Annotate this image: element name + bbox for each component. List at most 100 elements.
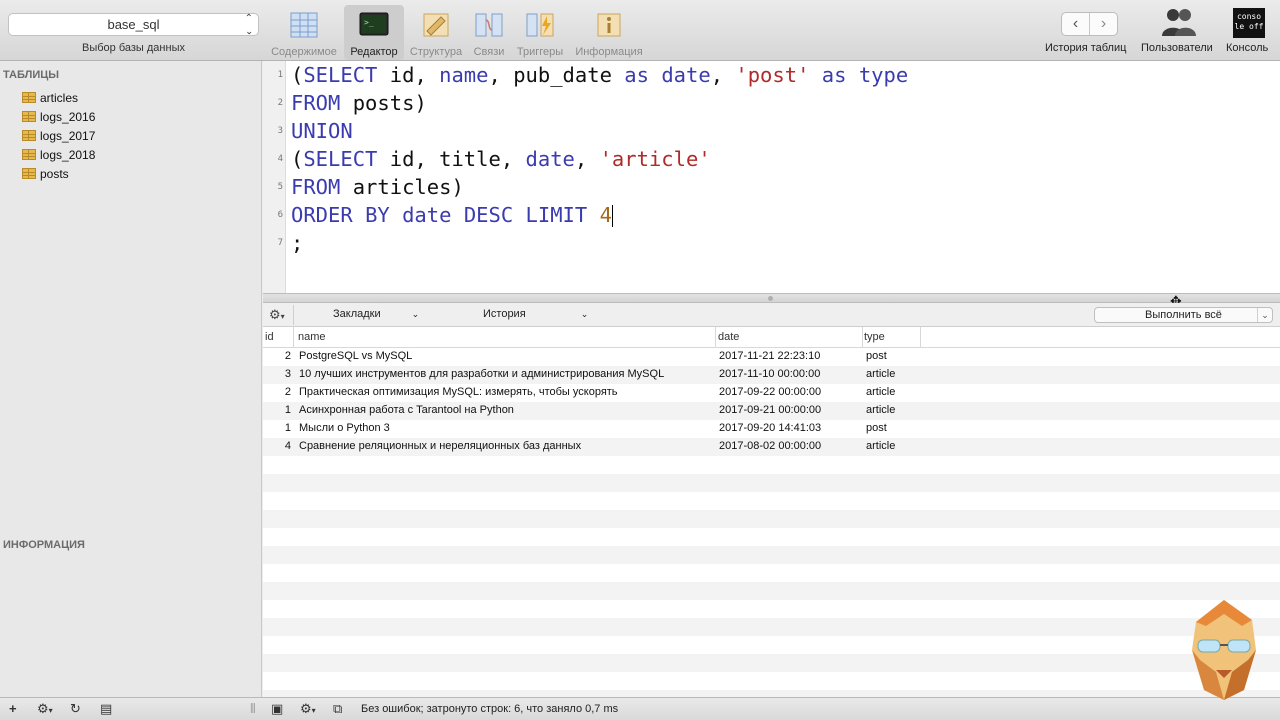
cell-type[interactable]: article bbox=[866, 368, 895, 380]
table-row[interactable]: 4 Сравнение реляционных и нереляционных б… bbox=[263, 438, 1280, 456]
table-content-icon bbox=[290, 12, 318, 38]
structure-button-label: Структура bbox=[409, 46, 463, 58]
splitter-handle[interactable] bbox=[768, 296, 773, 301]
info-icon bbox=[597, 13, 621, 37]
column-header-name[interactable]: name bbox=[298, 331, 326, 343]
run-all-button[interactable]: Выполнить всё ⌄ bbox=[1094, 307, 1273, 323]
table-row[interactable]: 1 Асинхронная работа с Tarantool на Pytho… bbox=[263, 402, 1280, 420]
cell-name[interactable]: Практическая оптимизация MySQL: измерять… bbox=[299, 386, 618, 398]
console-icon[interactable]: conso le off bbox=[1233, 8, 1265, 38]
sidebar-item-logs-2018[interactable]: logs_2018 bbox=[22, 145, 95, 164]
cell-id[interactable]: 3 bbox=[263, 368, 291, 380]
cell-date[interactable]: 2017-09-20 14:41:03 bbox=[719, 422, 821, 434]
content-button-label: Содержимое bbox=[271, 46, 337, 58]
triggers-button-label: Триггеры bbox=[516, 46, 564, 58]
sidebar-item-articles[interactable]: articles bbox=[22, 88, 78, 107]
column-divider[interactable] bbox=[862, 327, 863, 348]
chevron-down-icon[interactable]: ⌄ bbox=[1257, 308, 1272, 322]
copy-icon[interactable]: ⧉ bbox=[333, 701, 342, 717]
column-divider[interactable] bbox=[920, 327, 921, 348]
sidebar: ТАБЛИЦЫ articles logs_2016 logs_2017 log… bbox=[0, 61, 262, 697]
results-table: id name date type 2 PostgreSQL vs MySQL 20… bbox=[263, 327, 1280, 697]
divider bbox=[293, 305, 294, 325]
sidebar-item-label: posts bbox=[40, 166, 69, 181]
line-number: 4 bbox=[277, 154, 283, 164]
cell-id[interactable]: 2 bbox=[263, 350, 291, 362]
sql-editor[interactable]: 1 2 3 4 5 6 7 (SELECT id, name, pub_date… bbox=[263, 61, 1280, 293]
cell-type[interactable]: article bbox=[866, 440, 895, 452]
relations-button[interactable]: Связи bbox=[469, 5, 509, 60]
cell-date[interactable]: 2017-09-22 00:00:00 bbox=[719, 386, 821, 398]
status-message: Без ошибок; затронуто строк: 6, что заня… bbox=[361, 703, 619, 715]
history-nav-segment: ‹ › bbox=[1061, 12, 1118, 36]
column-divider[interactable] bbox=[293, 327, 294, 348]
cell-name[interactable]: Сравнение реляционных и нереляционных ба… bbox=[299, 440, 581, 452]
empty-row bbox=[263, 690, 1280, 697]
line-number: 6 bbox=[277, 210, 283, 220]
table-row[interactable]: 2 PostgreSQL vs MySQL 2017-11-21 22:23:10 p… bbox=[263, 348, 1280, 366]
column-divider[interactable] bbox=[715, 327, 716, 348]
gear-menu-icon[interactable]: ⚙▾ bbox=[300, 701, 316, 717]
cell-name[interactable]: 10 лучших инструментов для разработки и … bbox=[299, 368, 664, 380]
structure-button[interactable]: Структура bbox=[407, 5, 465, 60]
database-select-caption: Выбор базы данных bbox=[82, 42, 185, 54]
cell-type[interactable]: post bbox=[866, 350, 887, 362]
cell-date[interactable]: 2017-08-02 00:00:00 bbox=[719, 440, 821, 452]
cell-date[interactable]: 2017-11-10 00:00:00 bbox=[719, 368, 820, 380]
relations-button-label: Связи bbox=[473, 46, 505, 58]
cell-type[interactable]: post bbox=[866, 422, 887, 434]
cell-date[interactable]: 2017-11-21 22:23:10 bbox=[719, 350, 820, 362]
forward-arrow-icon[interactable]: › bbox=[1090, 13, 1117, 35]
cell-date[interactable]: 2017-09-21 00:00:00 bbox=[719, 404, 821, 416]
filter-toggle-icon[interactable]: ▤ bbox=[100, 701, 112, 717]
toggle-panel-icon[interactable]: ▣ bbox=[271, 701, 283, 717]
empty-row bbox=[263, 654, 1280, 672]
resize-grip-icon[interactable]: ⦀ bbox=[250, 701, 256, 717]
status-bar: + ⚙▾ ↻ ▤ ⦀ ▣ ⚙▾ ⧉ Без ошибок; затронуто … bbox=[0, 697, 1280, 720]
empty-row bbox=[263, 618, 1280, 636]
sidebar-item-logs-2016[interactable]: logs_2016 bbox=[22, 107, 95, 126]
console-icon-text: conso le off bbox=[1234, 12, 1264, 31]
users-button[interactable] bbox=[1160, 6, 1198, 38]
sidebar-item-posts[interactable]: posts bbox=[22, 164, 69, 183]
sidebar-item-logs-2017[interactable]: logs_2017 bbox=[22, 126, 95, 145]
cell-id[interactable]: 2 bbox=[263, 386, 291, 398]
gear-menu-icon[interactable]: ⚙▾ bbox=[37, 701, 53, 717]
column-header-id[interactable]: id bbox=[265, 331, 274, 343]
column-header-type[interactable]: type bbox=[864, 331, 885, 343]
cell-name[interactable]: PostgreSQL vs MySQL bbox=[299, 350, 412, 362]
cell-name[interactable]: Асинхронная работа с Tarantool на Python bbox=[299, 404, 514, 416]
gear-menu-icon[interactable]: ⚙▾ bbox=[269, 307, 285, 323]
table-row[interactable]: 2 Практическая оптимизация MySQL: измерят… bbox=[263, 384, 1280, 402]
cell-id[interactable]: 4 bbox=[263, 440, 291, 452]
editor-results-splitter[interactable] bbox=[263, 293, 1280, 303]
terminal-icon: >_ bbox=[359, 12, 389, 36]
results-header: id name date type bbox=[263, 327, 1280, 348]
code-line: FROM posts) bbox=[291, 91, 427, 115]
database-select[interactable]: base_sql ⌃ ⌃ bbox=[8, 13, 259, 36]
cell-id[interactable]: 1 bbox=[263, 404, 291, 416]
cell-type[interactable]: article bbox=[866, 386, 895, 398]
cell-id[interactable]: 1 bbox=[263, 422, 291, 434]
table-row[interactable]: 3 10 лучших инструментов для разработки и… bbox=[263, 366, 1280, 384]
sidebar-item-label: logs_2017 bbox=[40, 128, 96, 143]
table-icon bbox=[22, 92, 36, 103]
refresh-icon[interactable]: ↻ bbox=[70, 701, 81, 717]
add-table-icon[interactable]: + bbox=[9, 701, 17, 716]
table-row[interactable]: 1 Мысли о Python 3 2017-09-20 14:41:03 post bbox=[263, 420, 1280, 438]
empty-row bbox=[263, 510, 1280, 528]
info-button[interactable]: Информация bbox=[571, 5, 647, 60]
info-button-label: Информация bbox=[575, 46, 643, 58]
column-header-date[interactable]: date bbox=[718, 331, 739, 343]
content-button[interactable]: Содержимое bbox=[267, 5, 341, 60]
line-number-gutter: 1 2 3 4 5 6 7 bbox=[263, 61, 286, 293]
history-dropdown[interactable]: История ⌄ bbox=[483, 308, 588, 320]
back-arrow-icon[interactable]: ‹ bbox=[1062, 13, 1090, 35]
tables-heading: ТАБЛИЦЫ bbox=[3, 69, 60, 81]
bookmarks-dropdown[interactable]: Закладки ⌄ bbox=[333, 308, 419, 320]
editor-button[interactable]: >_ Редактор bbox=[344, 5, 404, 60]
cell-name[interactable]: Мысли о Python 3 bbox=[299, 422, 390, 434]
empty-row bbox=[263, 474, 1280, 492]
cell-type[interactable]: article bbox=[866, 404, 895, 416]
triggers-button[interactable]: Триггеры bbox=[512, 5, 568, 60]
